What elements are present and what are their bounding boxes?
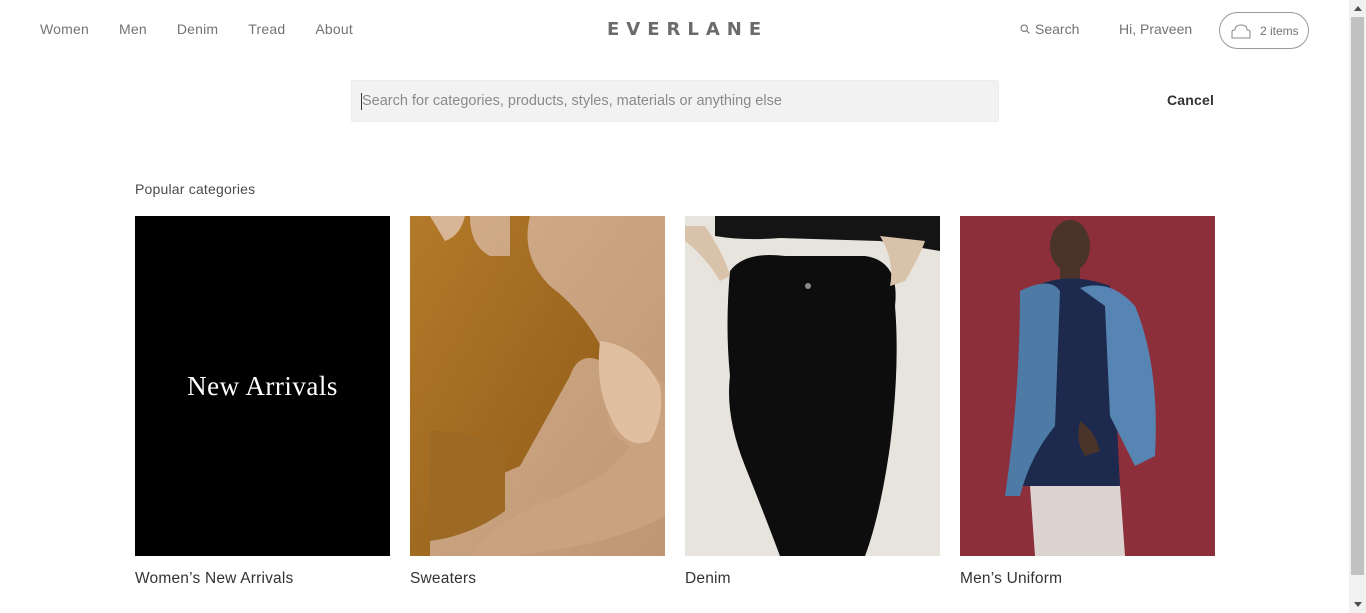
category-card-denim[interactable]: Denim <box>685 216 940 587</box>
account-greeting[interactable]: Hi, Praveen <box>1119 21 1192 37</box>
nav-women[interactable]: Women <box>40 21 89 37</box>
cart-icon <box>1230 23 1252 39</box>
sweaters-image[interactable] <box>410 216 665 556</box>
main-nav: Women Men Denim Tread About <box>40 21 383 37</box>
category-card-womens-new-arrivals[interactable]: New Arrivals Women’s New Arrivals <box>135 216 390 587</box>
category-label[interactable]: Sweaters <box>410 570 476 588</box>
page-scrollbar[interactable] <box>1349 0 1366 613</box>
site-header: Women Men Denim Tread About EVERLANE Sea… <box>0 0 1349 60</box>
nav-tread[interactable]: Tread <box>248 21 285 37</box>
nav-about[interactable]: About <box>315 21 353 37</box>
category-card-sweaters[interactable]: Sweaters <box>410 216 665 587</box>
header-actions: Search <box>1020 21 1079 37</box>
category-label[interactable]: Denim <box>685 570 731 588</box>
scroll-down-icon[interactable] <box>1349 596 1366 613</box>
text-caret <box>361 93 362 110</box>
denim-image[interactable] <box>685 216 940 556</box>
scroll-up-icon[interactable] <box>1349 0 1366 17</box>
category-label[interactable]: Men’s Uniform <box>960 570 1062 588</box>
category-label[interactable]: Women’s New Arrivals <box>135 570 293 588</box>
search-link-label: Search <box>1035 21 1080 37</box>
search-icon <box>1020 24 1030 34</box>
scrollbar-thumb[interactable] <box>1351 17 1364 575</box>
new-arrivals-image-text: New Arrivals <box>187 370 338 401</box>
new-arrivals-image[interactable]: New Arrivals <box>135 216 390 556</box>
mens-uniform-image[interactable] <box>960 216 1215 556</box>
search-input[interactable] <box>352 81 998 121</box>
nav-denim[interactable]: Denim <box>177 21 218 37</box>
page: Women Men Denim Tread About EVERLANE Sea… <box>0 0 1349 613</box>
section-title: Popular categories <box>135 181 256 197</box>
search-box <box>351 80 999 122</box>
cart-count: 2 items <box>1260 23 1299 38</box>
search-link[interactable]: Search <box>1020 21 1079 37</box>
cart-button[interactable]: 2 items <box>1219 12 1309 49</box>
nav-men[interactable]: Men <box>119 21 147 37</box>
brand-logo[interactable]: EVERLANE <box>607 19 768 40</box>
cancel-button[interactable]: Cancel <box>1167 92 1214 108</box>
category-card-mens-uniform[interactable]: Men’s Uniform <box>960 216 1215 587</box>
